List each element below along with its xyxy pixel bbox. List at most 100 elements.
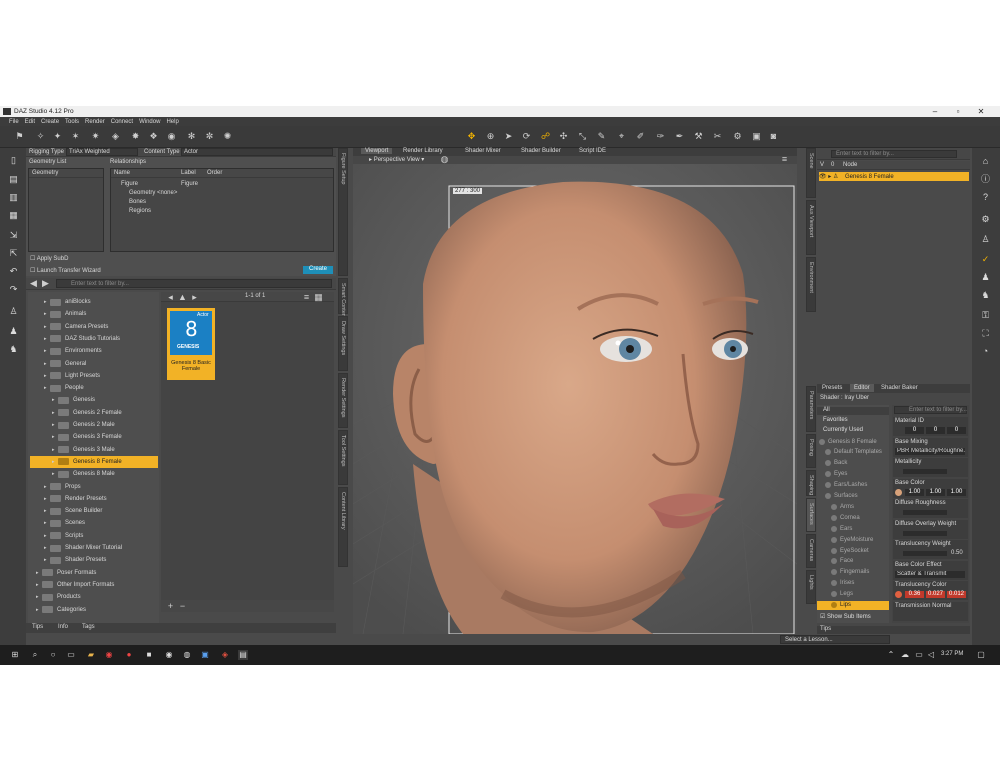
info-icon[interactable]: ⓘ — [980, 174, 991, 185]
tab-surfaces[interactable]: Surfaces — [806, 498, 816, 532]
bag-icon[interactable]: ⛶ — [980, 328, 991, 339]
tab-lights[interactable]: Lights — [806, 570, 816, 604]
apply-subd-checkbox[interactable]: ☐ Apply SubD — [30, 255, 68, 262]
lesson-select[interactable]: Select a Lesson... — [780, 635, 890, 644]
slider[interactable] — [903, 551, 947, 556]
filter-currently-used[interactable]: Currently Used — [817, 427, 889, 435]
perspective-view-select[interactable]: ▸ Perspective View ▾ — [369, 156, 424, 163]
content-type-select[interactable]: Actor — [181, 148, 333, 156]
folder-scene-builder[interactable]: ▸ Scene Builder — [30, 505, 158, 517]
tab-figure-setup[interactable]: Figure Setup — [338, 148, 348, 276]
lock-icon[interactable]: ⚿ — [980, 310, 991, 321]
geometry-editor-icon[interactable]: ⌖ — [616, 131, 627, 142]
figure-icon[interactable]: ♙ — [8, 306, 19, 317]
color-swatch[interactable] — [895, 591, 902, 598]
tab-parameters[interactable]: Parameters — [806, 386, 816, 432]
app-icon-3[interactable]: ◉ — [164, 650, 174, 660]
clock[interactable]: 3:27 PM — [941, 651, 963, 657]
folder-shader-mixer-tutorial[interactable]: ▸ Shader Mixer Tutorial — [30, 542, 158, 554]
folder-daz-studio-tutorials[interactable]: ▸ DAZ Studio Tutorials — [30, 333, 158, 345]
export-icon[interactable]: ⇱ — [8, 248, 19, 259]
undo-icon[interactable]: ↶ — [8, 266, 19, 277]
surface-back[interactable]: Back — [817, 459, 889, 468]
tab-tags[interactable]: Tags — [82, 624, 95, 630]
tab-viewport[interactable]: Viewport — [361, 148, 393, 154]
tab-shader-builder[interactable]: Shader Builder — [521, 148, 561, 154]
tab-render-settings[interactable]: Render Settings — [338, 373, 348, 428]
help-icon[interactable]: ? — [980, 192, 991, 203]
node-weight-icon[interactable]: ✎ — [596, 131, 607, 142]
tab-tool-settings[interactable]: Tool Settings — [338, 430, 348, 485]
prop-base-color[interactable]: Base Color 1.00 1.00 1.00 — [893, 478, 968, 498]
tab-environment[interactable]: Environment — [806, 257, 816, 312]
spot-render-icon[interactable]: ✂ — [712, 131, 723, 142]
prop-translucency-weight[interactable]: Translucency Weight 0.50 — [893, 540, 968, 559]
app-icon-5[interactable]: ◈ — [220, 650, 230, 660]
morph-tool-icon[interactable]: ◉ — [166, 131, 177, 142]
pointer-icon[interactable]: ➤ — [503, 131, 514, 142]
surface-fingernails[interactable]: Fingernails — [817, 568, 889, 577]
tab-posing[interactable]: Posing — [806, 434, 816, 468]
folder-camera-presets[interactable]: ▸ Camera Presets — [30, 321, 158, 333]
folder-genesis-2-female[interactable]: ▸ Genesis 2 Female — [30, 407, 158, 419]
pose-figure-icon[interactable]: ♟ — [8, 326, 19, 337]
tab-cameras[interactable]: Cameras — [806, 534, 816, 568]
user-icon[interactable]: ♙ — [980, 234, 991, 245]
minimize-button[interactable]: – — [924, 107, 946, 116]
cortana-icon[interactable]: ○ — [48, 650, 58, 660]
dropdown[interactable]: Scatter & Transmit — [895, 570, 965, 578]
prop-transmission[interactable]: Transmission Normal — [893, 601, 968, 621]
region-nav-icon[interactable]: ⚙ — [732, 131, 743, 142]
tree-figure[interactable]: Figure — [121, 181, 138, 187]
rigging-icon[interactable]: ⚒ — [693, 131, 704, 142]
menu-file[interactable]: File — [9, 119, 19, 125]
genesis-8-basic-female-thumb[interactable]: Actor 8 GENESIS Genesis 8 Basic Female — [167, 308, 215, 380]
tab-info[interactable]: Info — [58, 624, 68, 630]
value-field[interactable]: 1.00 — [947, 488, 966, 496]
app-icon-1[interactable]: ● — [124, 650, 134, 660]
render-settings-icon[interactable]: ▣ — [751, 131, 762, 142]
value-field[interactable]: 0 — [947, 427, 966, 434]
move-icon[interactable]: ✣ — [558, 131, 569, 142]
tab-editor[interactable]: Editor — [850, 384, 874, 392]
folder-scenes[interactable]: ▸ Scenes — [30, 517, 158, 529]
pose-tool-icon[interactable]: ✧ — [35, 131, 46, 142]
joint-tool-icon[interactable]: ✶ — [70, 131, 81, 142]
color-swatch[interactable] — [895, 488, 902, 496]
weight-tool-icon[interactable]: ✻ — [186, 131, 197, 142]
universal-tool-icon[interactable]: ✥ — [466, 131, 477, 142]
camera-tool-icon[interactable]: ◈ — [110, 131, 121, 142]
figure-lesson-icon[interactable]: ♟ — [980, 272, 991, 283]
prim-tool-icon[interactable]: ❖ — [148, 131, 159, 142]
rigging-type-select[interactable]: TriAx Weighted — [66, 148, 138, 156]
add-icon[interactable]: + — [165, 601, 176, 612]
surface-genesis-8-female[interactable]: Genesis 8 Female — [817, 437, 889, 446]
prop-diffuse-overlay[interactable]: Diffuse Overlay Weight — [893, 519, 968, 539]
daz-studio-taskbar-icon[interactable]: ▤ — [238, 650, 248, 660]
surface-eyemoisture[interactable]: EyeMoisture — [817, 535, 889, 544]
render-tool-icon[interactable]: ✸ — [130, 131, 141, 142]
folder-genesis[interactable]: ▸ Genesis — [30, 394, 158, 406]
network-icon[interactable]: ☁ — [900, 650, 910, 660]
surface-eyes[interactable]: Eyes — [817, 470, 889, 479]
new-file-icon[interactable]: ▯ — [8, 155, 19, 166]
tab-content-library[interactable]: Content Library — [338, 487, 348, 567]
surface-irises[interactable]: Irises — [817, 579, 889, 588]
active-pose-icon[interactable]: ☍ — [540, 131, 551, 142]
surface-surfaces[interactable]: Surfaces — [817, 492, 889, 501]
node-tool-icon[interactable]: ✦ — [52, 131, 63, 142]
page-prev-icon[interactable]: ◂ — [165, 292, 176, 303]
pose-lesson-icon[interactable]: ♞ — [980, 290, 991, 301]
translate-icon[interactable]: ⊕ — [485, 131, 496, 142]
render-icon[interactable]: ◙ — [768, 131, 779, 142]
app-icon-4[interactable]: ◍ — [182, 650, 192, 660]
folder-shader-presets[interactable]: ▸ Shader Presets — [30, 554, 158, 566]
menu-create[interactable]: Create — [41, 119, 59, 125]
surface-ears[interactable]: Ears — [817, 524, 889, 533]
folder-scripts[interactable]: ▸ Scripts — [30, 530, 158, 542]
prop-metallicity[interactable]: Metallicity — [893, 458, 968, 477]
tab-draw-settings[interactable]: Draw Settings — [338, 316, 348, 371]
scene-tool-icon[interactable]: ⚑ — [14, 131, 25, 142]
prop-translucency-color[interactable]: Translucency Color 0.36 0.027 0.012 — [893, 581, 968, 600]
page-first-icon[interactable]: ▲ — [177, 292, 188, 303]
